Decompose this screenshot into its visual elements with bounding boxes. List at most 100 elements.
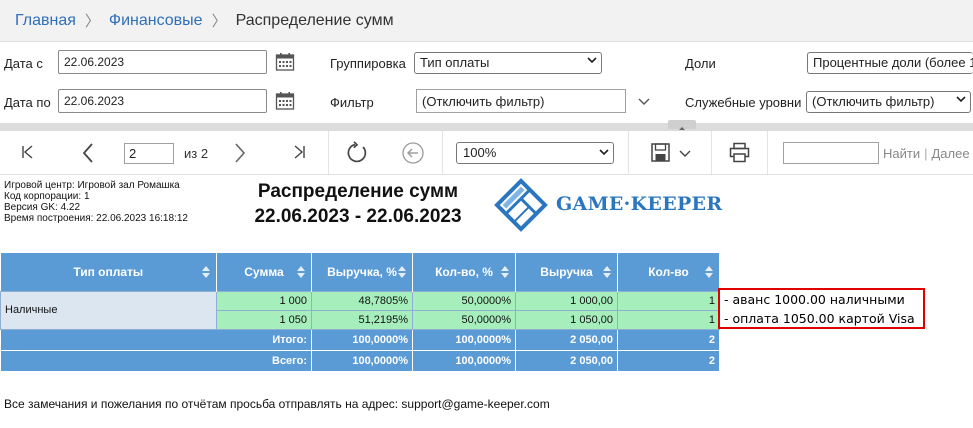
- table-row: Наличные 1 000 48,7805% 50,0000% 1 000,0…: [0, 290, 720, 330]
- subtotal-label: Итого:: [0, 328, 312, 351]
- toolbar-separator: [628, 131, 629, 175]
- collapse-handle[interactable]: [668, 120, 696, 130]
- table-cell: 1 000,00: [515, 290, 618, 311]
- page-number-input[interactable]: 2: [124, 143, 174, 164]
- column-header-revenue[interactable]: Выручка: [515, 253, 618, 291]
- table-cell: 1: [617, 309, 720, 330]
- table-cell: 2 050,00: [515, 328, 618, 351]
- first-page-icon[interactable]: [20, 144, 36, 160]
- report-title-text: Распределение сумм: [257, 181, 459, 202]
- filter-panel: Дата с 22.06.2023 Дата по 22.06.2023 Гру…: [0, 43, 973, 123]
- report-meta: Игровой центр: Игровой зал Ромашка Код к…: [4, 180, 188, 224]
- table-cell: 50,0000%: [412, 290, 516, 311]
- chevron-down-icon[interactable]: [679, 150, 691, 158]
- date-to-label: Дата по: [4, 95, 51, 110]
- chevron-right-icon: 〉: [211, 13, 227, 30]
- toolbar-separator: [442, 131, 443, 175]
- calendar-icon[interactable]: [275, 52, 295, 72]
- refresh-icon[interactable]: [345, 141, 369, 165]
- date-from-label: Дата с: [4, 56, 43, 71]
- table-cell: 1 050,00: [515, 309, 618, 330]
- toolbar-separator: [711, 131, 712, 175]
- sort-icon[interactable]: [202, 266, 210, 278]
- column-header-label: Кол-во, %: [435, 264, 493, 279]
- total-label: Всего:: [0, 349, 312, 372]
- find-controls: Найти | Далее: [883, 146, 970, 161]
- report-toolbar: 2 из 2 100% Найти | Далее: [0, 131, 973, 175]
- breadcrumb: Главная 〉 Финансовые 〉 Распределение сум…: [0, 0, 973, 42]
- shares-select[interactable]: Процентные доли (более 1: [807, 52, 973, 74]
- toolbar-separator: [767, 131, 768, 175]
- chevron-right-icon: 〉: [84, 13, 100, 30]
- grouping-select[interactable]: Тип оплаты: [414, 52, 602, 74]
- logo-text: GAME·KEEPER: [556, 193, 723, 215]
- annotation-box: - аванс 1000.00 наличными - оплата 1050.…: [718, 288, 925, 329]
- sort-icon[interactable]: [603, 266, 611, 278]
- report-title: Распределение сумм 22.06.2023 - 22.06.20…: [232, 179, 484, 229]
- toolbar-separator: [328, 131, 329, 175]
- breadcrumb-current: Распределение сумм: [235, 11, 394, 29]
- table-cell: 1: [617, 290, 720, 311]
- next-link[interactable]: Далее: [932, 146, 970, 161]
- shares-select-value: Процентные доли (более 1: [813, 55, 973, 70]
- chevron-down-icon[interactable]: [637, 95, 651, 109]
- table-cell: 100,0000%: [311, 349, 413, 372]
- column-header-label: Кол-во: [648, 264, 689, 279]
- back-icon[interactable]: [401, 141, 425, 165]
- breadcrumb-financial-link[interactable]: Финансовые: [109, 12, 203, 30]
- sort-icon[interactable]: [297, 266, 305, 278]
- meta-line: Время построения: 22.06.2023 16:18:12: [4, 213, 188, 224]
- table-cell: 100,0000%: [311, 328, 413, 351]
- calendar-icon[interactable]: [275, 91, 295, 111]
- meta-line: Код корпорации: 1: [4, 191, 90, 202]
- column-header-count-percent[interactable]: Кол-во, %: [412, 253, 516, 291]
- table-cell: 2: [617, 349, 720, 372]
- zoom-select[interactable]: 100%: [456, 142, 614, 164]
- table-cell: 2 050,00: [515, 349, 618, 372]
- grouping-label: Группировка: [330, 56, 406, 71]
- sort-icon[interactable]: [398, 266, 406, 278]
- report-table: Тип оплаты Сумма Выручка, % Кол-во, % Вы…: [0, 253, 720, 372]
- find-input[interactable]: [783, 142, 879, 164]
- table-cell: 50,0000%: [412, 309, 516, 330]
- column-header-count[interactable]: Кол-во: [617, 253, 720, 291]
- table-cell: 2: [617, 328, 720, 351]
- annotation-line: - оплата 1050.00 картой Visa: [724, 311, 915, 326]
- sort-icon[interactable]: [705, 266, 713, 278]
- column-header-revenue-percent[interactable]: Выручка, %: [311, 253, 413, 291]
- column-header-label: Сумма: [244, 264, 284, 279]
- previous-page-icon[interactable]: [80, 142, 96, 164]
- column-header-payment-type[interactable]: Тип оплаты: [0, 253, 217, 291]
- find-separator: |: [924, 146, 928, 161]
- last-page-icon[interactable]: [291, 144, 307, 160]
- total-row: Всего: 100,0000% 100,0000% 2 050,00 2: [0, 349, 720, 372]
- table-cell: 48,7805%: [311, 290, 413, 311]
- page-count-label: из 2: [184, 146, 209, 161]
- table-cell: 100,0000%: [412, 328, 516, 351]
- subtotal-row: Итого: 100,0000% 100,0000% 2 050,00 2: [0, 328, 720, 351]
- breadcrumb-home-link[interactable]: Главная: [15, 12, 76, 30]
- shares-label: Доли: [685, 56, 716, 71]
- sort-icon[interactable]: [501, 266, 509, 278]
- annotation-line: - аванс 1000.00 наличными: [724, 292, 905, 307]
- table-cell: 51,2195%: [311, 309, 413, 330]
- table-header-row: Тип оплаты Сумма Выручка, % Кол-во, % Вы…: [0, 253, 720, 291]
- panel-splitter[interactable]: [0, 120, 973, 131]
- save-icon[interactable]: [651, 143, 670, 162]
- filter-select[interactable]: (Отключить фильтр): [416, 89, 626, 113]
- next-page-icon[interactable]: [232, 142, 248, 164]
- service-levels-select[interactable]: (Отключить фильтр): [806, 91, 971, 113]
- filter-label: Фильтр: [330, 95, 374, 110]
- print-icon[interactable]: [729, 142, 750, 163]
- group-cell: Наличные: [0, 290, 217, 330]
- date-from-input[interactable]: 22.06.2023: [58, 50, 267, 74]
- footer-note: Все замечания и пожелания по отчётам про…: [4, 397, 550, 411]
- report-period: 22.06.2023 - 22.06.2023: [254, 206, 462, 227]
- grouping-select-value: Тип оплаты: [420, 55, 490, 70]
- service-levels-label: Служебные уровни: [685, 95, 802, 110]
- date-to-input[interactable]: 22.06.2023: [58, 89, 267, 113]
- column-header-sum[interactable]: Сумма: [216, 253, 312, 291]
- meta-line: Версия GK: 4.22: [4, 202, 81, 213]
- table-cell: 1 000: [216, 290, 312, 311]
- find-link[interactable]: Найти: [883, 146, 920, 161]
